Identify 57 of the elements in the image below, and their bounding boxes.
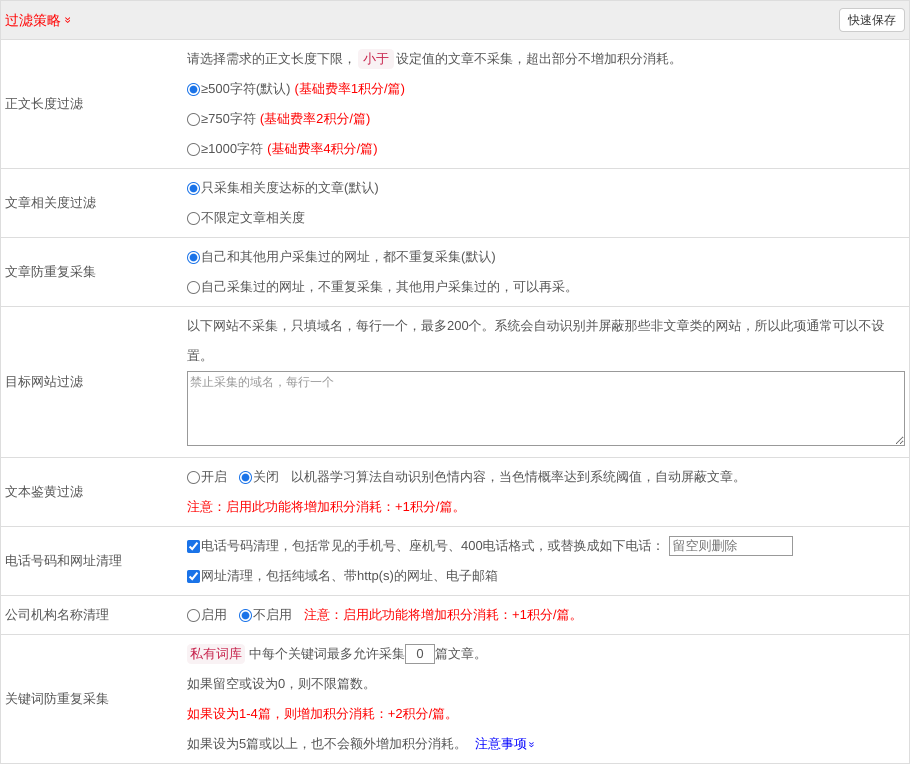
hint-text: 以机器学习算法自动识别色情内容，当色情概率达到系统阈值，自动屏蔽文章。 [291, 468, 746, 486]
radio-button[interactable] [187, 470, 200, 484]
field-label: 关键词防重复采集 [5, 690, 109, 708]
field-label: 目标网站过滤 [5, 373, 83, 392]
hint-text: 如果设为1-4篇，则增加积分消耗：+2积分/篇。 [187, 705, 458, 723]
option-label: 关闭 [253, 468, 279, 486]
hint-text: 中每个关键词最多允许采集 [249, 645, 405, 663]
option-label: 电话号码清理，包括常见的手机号、座机号、400电话格式，或替换成如下电话： [201, 537, 665, 555]
rate-text: (基础费率1积分/篇) [294, 80, 405, 98]
radio-button[interactable] [187, 250, 200, 264]
hint-text: 注意：启用此功能将增加积分消耗：+1积分/篇。 [304, 606, 582, 624]
hint-text: 以下网站不采集，只填域名，每行一个，最多200个。系统会自动识别并屏蔽那些非文章类的网站，所以此项通常可以不设置。 [187, 317, 886, 365]
option-label: 自己采集过的网址，不重复采集，其他用户采集过的，可以再采。 [201, 278, 578, 296]
notes-link[interactable]: 注意事项 » [475, 729, 534, 759]
radio-button[interactable] [187, 82, 200, 96]
radio-button[interactable] [239, 470, 252, 484]
hint-text: 注意：启用此功能将增加积分消耗：+1积分/篇。 [187, 498, 466, 516]
option-label: 不限定文章相关度 [201, 209, 305, 227]
radio-button[interactable] [187, 608, 200, 622]
section-title: 过滤策略 [5, 10, 61, 30]
rate-text: (基础费率4积分/篇) [267, 140, 378, 158]
expand-icon: » [526, 740, 537, 748]
highlight-tag: 私有词库 [187, 644, 245, 664]
radio-button[interactable] [187, 182, 200, 194]
radio-button[interactable] [187, 212, 200, 224]
field-label: 正文长度过滤 [5, 95, 83, 114]
hint-text: 如果设为5篇或以上，也不会额外增加积分消耗。 [187, 735, 468, 753]
radio-button[interactable] [187, 142, 200, 156]
field-label: 文章相关度过滤 [5, 194, 96, 212]
field-label: 电话号码和网址清理 [5, 552, 122, 570]
input-field[interactable]: 禁止采集的域名，每行一个 [187, 371, 905, 446]
field-label: 文本鉴黄过滤 [5, 483, 83, 502]
hint-text: 如果留空或设为0，则不限篇数。 [187, 675, 376, 693]
hint-text: 请选择需求的正文长度下限， [187, 50, 356, 68]
checkbox[interactable] [187, 570, 200, 582]
save-button[interactable]: 快速保存 [839, 8, 905, 32]
option-label: 网址清理，包括纯域名、带http(s)的网址、电子邮箱 [201, 567, 498, 585]
option-label: 只采集相关度达标的文章(默认) [201, 179, 379, 197]
option-label: 不启用 [253, 606, 292, 624]
highlight-tag: 小于 [358, 49, 394, 69]
option-label: 自己和其他用户采集过的网址，都不重复采集(默认) [201, 248, 496, 266]
radio-button[interactable] [239, 608, 252, 622]
count-input[interactable]: 0 [405, 644, 435, 664]
hint-text: 设定值的文章不采集，超出部分不增加积分消耗。 [396, 50, 682, 68]
field-label: 公司机构名称清理 [5, 606, 109, 624]
field-label: 文章防重复采集 [5, 263, 96, 282]
radio-button[interactable] [187, 112, 200, 126]
option-label: ≥500字符(默认) [201, 80, 290, 98]
input-field[interactable]: 留空则删除 [668, 536, 793, 556]
option-label: 启用 [201, 606, 227, 624]
hint-text: 篇文章。 [435, 645, 487, 663]
option-label: 开启 [201, 468, 227, 486]
radio-button[interactable] [187, 280, 200, 294]
option-label: ≥1000字符 [201, 140, 264, 158]
checkbox[interactable] [187, 540, 200, 552]
rate-text: (基础费率2积分/篇) [260, 110, 370, 128]
option-label: ≥750字符 [201, 110, 256, 128]
